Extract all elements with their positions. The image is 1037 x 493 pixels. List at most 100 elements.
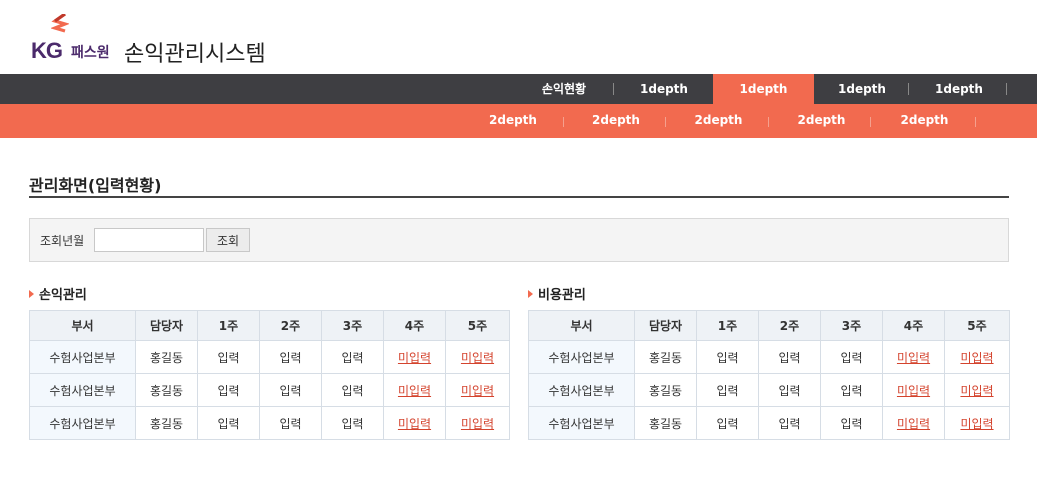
cell-status: 입력 xyxy=(758,340,821,374)
gnb-divider xyxy=(908,83,909,95)
section-title-text: 비용관리 xyxy=(538,288,586,303)
column-header-week5: 5주 xyxy=(445,310,510,341)
table-row: 수험사업본부 홍길동 입력 입력 입력 미입력 미입력 xyxy=(528,406,1010,440)
section-title-text: 손익관리 xyxy=(39,288,87,303)
sub-nav: 2depth 2depth 2depth 2depth 2depth xyxy=(0,104,1037,138)
section-title-expense: 비용관리 xyxy=(528,284,586,303)
logo-mark-icon xyxy=(51,14,69,33)
cell-status: 입력 xyxy=(197,406,260,440)
cell-status: 입력 xyxy=(820,373,883,407)
cell-dept: 수험사업본부 xyxy=(528,406,635,440)
missing-input-link[interactable]: 미입력 xyxy=(897,351,930,365)
cell-status: 입력 xyxy=(197,373,260,407)
missing-input-link[interactable]: 미입력 xyxy=(398,351,431,365)
lnb-item-2depth-3[interactable]: 2depth xyxy=(668,104,769,138)
cell-missing: 미입력 xyxy=(944,340,1010,374)
arrow-right-icon xyxy=(528,290,533,298)
cell-missing: 미입력 xyxy=(383,373,446,407)
missing-input-link[interactable]: 미입력 xyxy=(398,417,431,431)
cell-status: 입력 xyxy=(696,406,759,440)
missing-input-link[interactable]: 미입력 xyxy=(461,384,494,398)
kg-passwon-logo[interactable]: KG 패스원 xyxy=(31,14,121,64)
cell-status: 입력 xyxy=(259,406,322,440)
lnb-item-2depth-2[interactable]: 2depth xyxy=(565,104,667,138)
table-row: 수험사업본부 홍길동 입력 입력 입력 미입력 미입력 xyxy=(528,340,1010,374)
missing-input-link[interactable]: 미입력 xyxy=(897,384,930,398)
column-header-week4: 4주 xyxy=(383,310,446,341)
search-panel: 조회년월 조회 xyxy=(29,218,1009,262)
cell-status: 입력 xyxy=(259,373,322,407)
expense-table: 부서 담당자 1주 2주 3주 4주 5주 수험사업본부 홍길동 입력 입력 입… xyxy=(528,310,1010,440)
cell-manager: 홍길동 xyxy=(135,406,198,440)
cell-missing: 미입력 xyxy=(882,373,945,407)
table-row: 수험사업본부 홍길동 입력 입력 입력 미입력 미입력 xyxy=(29,340,510,374)
column-header-week1: 1주 xyxy=(197,310,260,341)
cell-missing: 미입력 xyxy=(445,406,510,440)
cell-manager: 홍길동 xyxy=(634,373,697,407)
logo-passwon: 패스원 xyxy=(71,45,110,61)
cell-dept: 수험사업본부 xyxy=(29,340,136,374)
column-header-week4: 4주 xyxy=(882,310,945,341)
table-header-row: 부서 담당자 1주 2주 3주 4주 5주 xyxy=(528,310,1010,341)
column-header-week3: 3주 xyxy=(820,310,883,341)
missing-input-link[interactable]: 미입력 xyxy=(960,417,993,431)
column-header-week2: 2주 xyxy=(758,310,821,341)
cell-status: 입력 xyxy=(820,406,883,440)
cell-dept: 수험사업본부 xyxy=(29,406,136,440)
cell-manager: 홍길동 xyxy=(135,373,198,407)
cell-missing: 미입력 xyxy=(445,340,510,374)
missing-input-link[interactable]: 미입력 xyxy=(461,417,494,431)
logo-kg: KG xyxy=(31,38,63,63)
app-title: 손익관리시스템 xyxy=(124,42,266,67)
missing-input-link[interactable]: 미입력 xyxy=(461,351,494,365)
missing-input-link[interactable]: 미입력 xyxy=(960,351,993,365)
cell-dept: 수험사업본부 xyxy=(528,373,635,407)
missing-input-link[interactable]: 미입력 xyxy=(960,384,993,398)
cell-manager: 홍길동 xyxy=(135,340,198,374)
cell-status: 입력 xyxy=(696,340,759,374)
table-row: 수험사업본부 홍길동 입력 입력 입력 미입력 미입력 xyxy=(29,406,510,440)
gnb-divider xyxy=(613,83,614,95)
cell-missing: 미입력 xyxy=(383,340,446,374)
global-nav: 손익현황 1depth 1depth 1depth 1depth xyxy=(0,74,1037,104)
lnb-item-2depth-5[interactable]: 2depth xyxy=(873,104,976,138)
cell-status: 입력 xyxy=(321,373,384,407)
title-underline xyxy=(29,196,1009,198)
missing-input-link[interactable]: 미입력 xyxy=(897,417,930,431)
lnb-divider xyxy=(563,117,564,127)
cell-status: 입력 xyxy=(758,406,821,440)
missing-input-link[interactable]: 미입력 xyxy=(398,384,431,398)
table-header-row: 부서 담당자 1주 2주 3주 4주 5주 xyxy=(29,310,510,341)
lnb-divider xyxy=(768,117,769,127)
search-button[interactable]: 조회 xyxy=(206,228,250,252)
header: KG 패스원 손익관리시스템 xyxy=(0,0,1037,74)
column-header-manager: 담당자 xyxy=(634,310,697,341)
gnb-item-1depth-2[interactable]: 1depth xyxy=(713,74,814,104)
year-month-input[interactable] xyxy=(94,228,204,252)
gnb-item-1depth-1[interactable]: 1depth xyxy=(615,74,713,104)
gnb-item-1depth-4[interactable]: 1depth xyxy=(910,74,1008,104)
column-header-manager: 담당자 xyxy=(135,310,198,341)
table-row: 수험사업본부 홍길동 입력 입력 입력 미입력 미입력 xyxy=(528,373,1010,407)
column-header-week5: 5주 xyxy=(944,310,1010,341)
cell-dept: 수험사업본부 xyxy=(29,373,136,407)
column-header-dept: 부서 xyxy=(528,310,635,341)
cell-status: 입력 xyxy=(820,340,883,374)
cell-manager: 홍길동 xyxy=(634,406,697,440)
lnb-divider xyxy=(665,117,666,127)
column-header-dept: 부서 xyxy=(29,310,136,341)
cell-manager: 홍길동 xyxy=(634,340,697,374)
cell-missing: 미입력 xyxy=(383,406,446,440)
arrow-right-icon xyxy=(29,290,34,298)
gnb-item-1depth-3[interactable]: 1depth xyxy=(814,74,910,104)
cell-missing: 미입력 xyxy=(445,373,510,407)
cell-status: 입력 xyxy=(321,406,384,440)
page-title: 관리화면(입력현황) xyxy=(29,176,162,195)
gnb-item-profit-status[interactable]: 손익현황 xyxy=(515,74,613,104)
lnb-item-2depth-1[interactable]: 2depth xyxy=(463,104,563,138)
cell-missing: 미입력 xyxy=(882,340,945,374)
search-label: 조회년월 xyxy=(40,234,85,248)
lnb-item-2depth-4[interactable]: 2depth xyxy=(771,104,872,138)
cell-status: 입력 xyxy=(259,340,322,374)
cell-status: 입력 xyxy=(758,373,821,407)
